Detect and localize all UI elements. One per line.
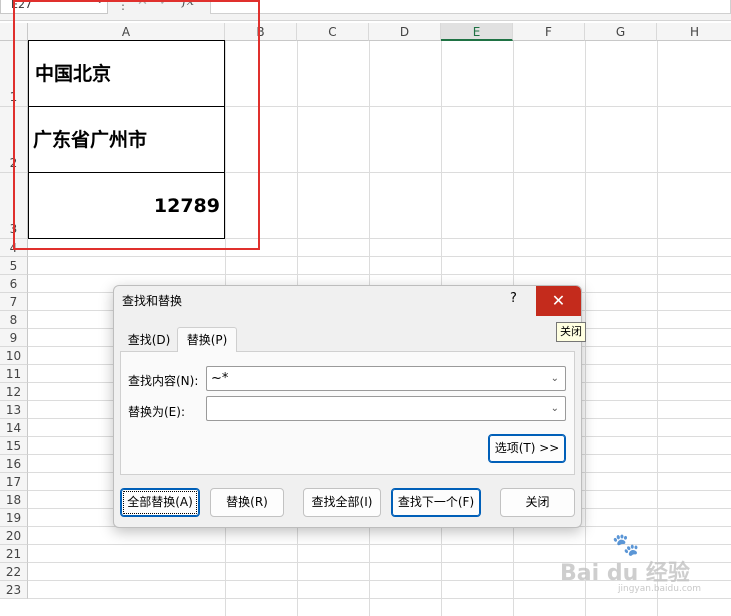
row-header-4[interactable]: 4 <box>0 239 28 257</box>
options-button[interactable]: 选项(T) >> <box>488 434 566 463</box>
row-header-2[interactable]: 2 <box>0 107 28 173</box>
row-header-8[interactable]: 8 <box>0 311 28 329</box>
insert-function-icon[interactable]: fx <box>182 0 194 9</box>
replace-all-button[interactable]: 全部替换(A) <box>120 488 200 517</box>
cancel-icon[interactable]: ✕ <box>137 0 148 9</box>
grid-row-line <box>28 256 731 257</box>
row-header-9[interactable]: 9 <box>0 329 28 347</box>
row-header-12[interactable]: 12 <box>0 383 28 401</box>
row-header-20[interactable]: 20 <box>0 527 28 545</box>
replace-with-label: 替换为(E): <box>128 405 185 419</box>
chevron-down-icon[interactable]: ⌄ <box>551 367 559 390</box>
tab-replace[interactable]: 替换(P) <box>177 327 237 352</box>
column-header-b[interactable]: B <box>225 23 297 41</box>
replace-button[interactable]: 替换(R) <box>210 488 284 517</box>
row-header-16[interactable]: 16 <box>0 455 28 473</box>
column-header-c[interactable]: C <box>297 23 369 41</box>
column-header-h[interactable]: H <box>657 23 731 41</box>
row-header-14[interactable]: 14 <box>0 419 28 437</box>
replace-with-combo[interactable]: ⌄ <box>206 396 566 421</box>
grid-row-line <box>28 274 731 275</box>
row-header-13[interactable]: 13 <box>0 401 28 419</box>
name-box[interactable]: E27 <box>0 0 108 14</box>
column-header-g[interactable]: G <box>585 23 657 41</box>
row-header-11[interactable]: 11 <box>0 365 28 383</box>
dialog-title: 查找和替换 <box>122 294 183 308</box>
watermark-logo: Bai du 经验 <box>560 561 690 586</box>
close-button[interactable]: 关闭 <box>500 488 575 517</box>
row-header-21[interactable]: 21 <box>0 545 28 563</box>
close-tooltip: 关闭 <box>556 322 586 342</box>
row-header-3[interactable]: 3 <box>0 173 28 239</box>
find-next-button[interactable]: 查找下一个(F) <box>391 488 481 517</box>
cell-a3[interactable]: 12789 <box>28 172 225 239</box>
find-what-value: ~* <box>211 371 229 386</box>
select-all-corner[interactable] <box>0 23 28 41</box>
find-replace-dialog: 查找和替换 ? ✕ 查找(D) 替换(P) 查找内容(N): ~* ⌄ 替换为(… <box>113 285 582 528</box>
grid-row-line <box>28 598 731 599</box>
formula-input[interactable] <box>210 0 731 14</box>
find-all-button[interactable]: 查找全部(I) <box>303 488 381 517</box>
cell-a1[interactable]: 中国北京 <box>28 40 225 107</box>
close-icon[interactable]: ✕ <box>536 286 581 316</box>
watermark-url: jingyan.baidu.com <box>618 584 702 594</box>
row-header-17[interactable]: 17 <box>0 473 28 491</box>
column-header-e[interactable]: E <box>441 23 513 41</box>
column-header-a[interactable]: A <box>28 23 225 41</box>
row-header-18[interactable]: 18 <box>0 491 28 509</box>
row-header-15[interactable]: 15 <box>0 437 28 455</box>
chevron-down-icon[interactable]: ⌄ <box>551 397 559 420</box>
row-header-6[interactable]: 6 <box>0 275 28 293</box>
row-header-23[interactable]: 23 <box>0 581 28 599</box>
check-icon[interactable]: ✓ <box>159 0 170 9</box>
formula-bar-grip-icon: ⋮ <box>117 0 129 12</box>
cell-a2[interactable]: 广东省广州市 <box>28 106 225 173</box>
find-what-label: 查找内容(N): <box>128 374 199 388</box>
tab-find[interactable]: 查找(D) <box>122 329 176 351</box>
column-header-d[interactable]: D <box>369 23 441 41</box>
help-icon[interactable]: ? <box>510 291 517 306</box>
row-header-10[interactable]: 10 <box>0 347 28 365</box>
chevron-down-icon[interactable]: ⌄ <box>96 0 104 6</box>
find-what-combo[interactable]: ~* ⌄ <box>206 366 566 391</box>
row-header-22[interactable]: 22 <box>0 563 28 581</box>
row-header-19[interactable]: 19 <box>0 509 28 527</box>
column-header-f[interactable]: F <box>513 23 585 41</box>
row-header-5[interactable]: 5 <box>0 257 28 275</box>
row-header-1[interactable]: 1 <box>0 41 28 107</box>
row-header-7[interactable]: 7 <box>0 293 28 311</box>
